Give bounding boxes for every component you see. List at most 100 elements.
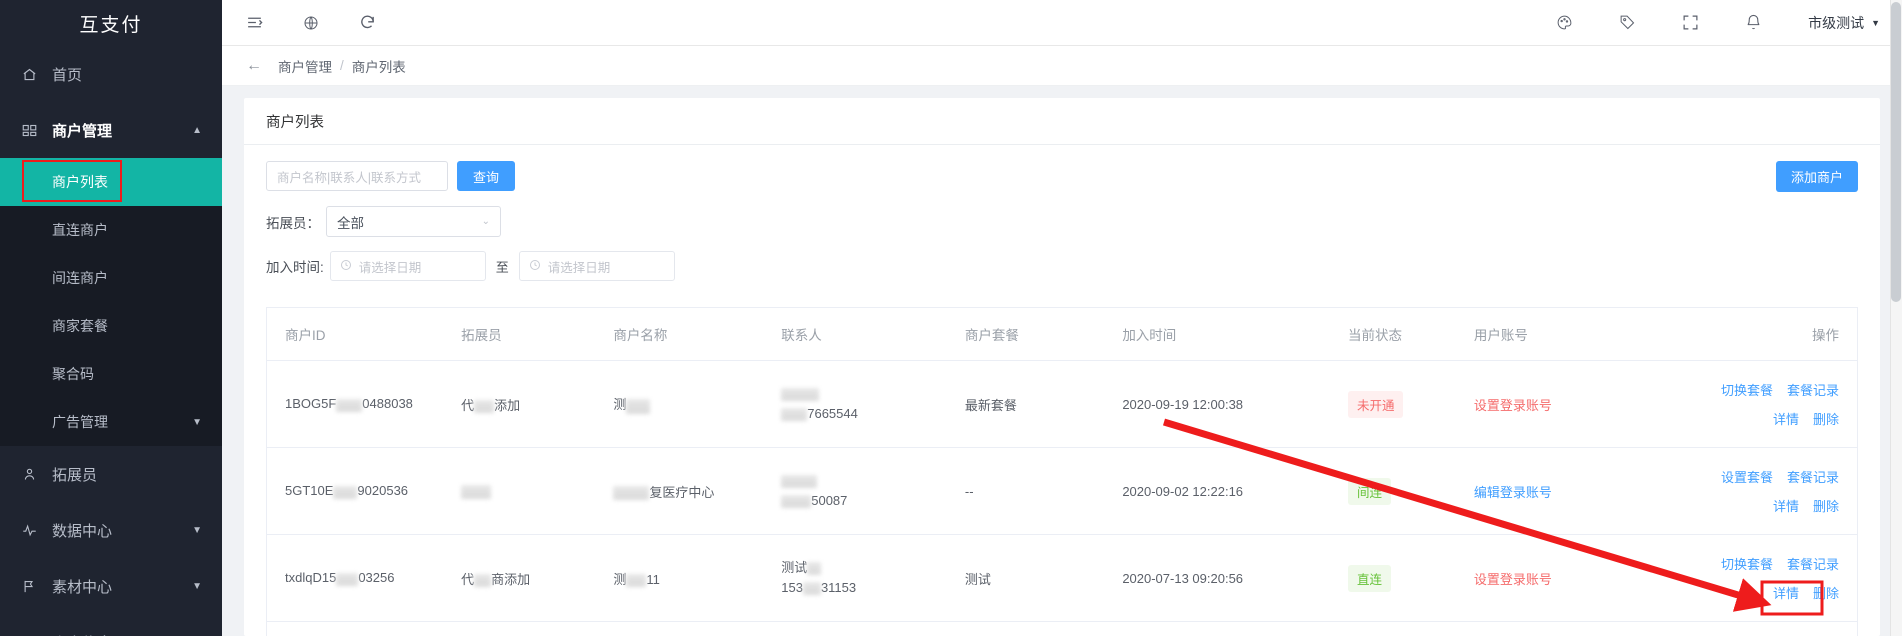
cell-account: 设置登录账号 <box>1473 360 1658 448</box>
switch-package-link[interactable]: 切换套餐 <box>1721 380 1773 399</box>
sidebar-item-agent[interactable]: 拓展员 <box>0 446 222 502</box>
redaction-block <box>613 486 650 501</box>
sidebar-item-label: 商户管理 <box>52 122 113 140</box>
redaction-block <box>626 573 647 587</box>
user-menu[interactable]: 市级测试 ▼ <box>1808 13 1880 33</box>
merchant-name-prefix: 测 <box>613 571 627 587</box>
contact-phone: 50087 <box>811 493 848 508</box>
cell-status: 直连 <box>1347 534 1474 622</box>
detail-link[interactable]: 详情 <box>1773 496 1799 515</box>
chevron-down-icon: ▼ <box>1871 17 1880 28</box>
tag-icon[interactable] <box>1619 14 1636 31</box>
filter-panel: 商户名称|联系人|联系方式 查询 拓展员： 全部 ⌄ 加入时间: 请选择日期 至… <box>244 145 1880 299</box>
table-body: 1BOG5F 0488038 代添加 测 7665544 最新套餐 2020-0… <box>267 360 1857 622</box>
cell-merchant-id: 1BOG5F 0488038 <box>267 360 462 448</box>
breadcrumb-item-merchant-management[interactable]: 商户管理 <box>278 56 332 76</box>
merchant-id-prefix: txdlqD15 <box>285 570 337 586</box>
redaction-block <box>333 485 358 499</box>
column-header-package: 商户套餐 <box>964 308 1123 361</box>
set-login-account-link[interactable]: 设置登录账号 <box>1474 398 1552 413</box>
cell-operations: 切换套餐 套餐记录 详情 删除 <box>1657 360 1857 448</box>
sidebar-item-material-center[interactable]: 素材中心 ▼ <box>0 558 222 614</box>
sidebar-item-aggregate-code[interactable]: 聚合码 <box>0 350 222 398</box>
redaction-block <box>474 573 492 587</box>
cell-merchant-id: txdlqD15 03256 <box>267 534 462 622</box>
sidebar-item-profile[interactable]: 个人信息 <box>0 614 222 636</box>
sidebar-item-label: 首页 <box>52 66 83 84</box>
package-record-link[interactable]: 套餐记录 <box>1787 380 1839 399</box>
sidebar-item-data-center[interactable]: 数据中心 ▼ <box>0 502 222 558</box>
operations-row-1: 切换套餐 套餐记录 <box>1658 380 1839 399</box>
query-button[interactable]: 查询 <box>457 161 516 191</box>
cell-agent: 代商添加 <box>461 534 614 622</box>
detail-link[interactable]: 详情 <box>1773 583 1799 602</box>
sidebar-item-ad-management[interactable]: 广告管理 ▼ <box>0 398 222 446</box>
cell-agent: 代 添加 <box>461 360 614 448</box>
globe-icon[interactable] <box>303 15 319 31</box>
chart-icon <box>22 523 44 538</box>
agent-suffix: 添加 <box>494 397 521 413</box>
add-merchant-button[interactable]: 添加商户 <box>1775 161 1858 192</box>
sidebar-item-merchant-management[interactable]: 商户管理 ▲ <box>0 102 222 158</box>
agent-select[interactable]: 全部 ⌄ <box>326 206 501 237</box>
contact-phone-suffix: 31153 <box>820 580 857 595</box>
page-scrollbar[interactable] <box>1890 0 1902 636</box>
content-area: 商户列表 商户名称|联系人|联系方式 查询 拓展员： 全部 ⌄ 加入时间: 请选… <box>222 86 1902 636</box>
date-end-input[interactable]: 请选择日期 <box>518 251 675 281</box>
delete-link[interactable]: 删除 <box>1813 409 1839 428</box>
column-header-join-time: 加入时间 <box>1122 308 1348 361</box>
breadcrumb: 商户管理 / 商户列表 <box>278 56 406 76</box>
status-badge: 直连 <box>1347 564 1391 592</box>
shop-icon <box>22 123 44 138</box>
breadcrumb-item-merchant-list[interactable]: 商户列表 <box>352 56 406 76</box>
sidebar-item-home[interactable]: 首页 <box>0 46 222 102</box>
redaction-block <box>336 572 359 586</box>
agent-suffix: 商添加 <box>491 571 531 587</box>
column-header-operations: 操作 <box>1657 308 1857 361</box>
cell-account: 编辑登录账号 <box>1473 447 1658 535</box>
package-record-link[interactable]: 套餐记录 <box>1787 554 1839 573</box>
delete-link[interactable]: 删除 <box>1813 496 1839 515</box>
sidebar-item-label: 个人信息 <box>52 632 112 636</box>
main-area: 市级测试 ▼ ← 商户管理 / 商户列表 商户列表 商户名称|联系人|联系方式 … <box>222 0 1902 636</box>
contact-name: 测试 <box>781 560 808 575</box>
scrollbar-thumb[interactable] <box>1891 2 1901 302</box>
set-package-link[interactable]: 设置套餐 <box>1721 467 1773 486</box>
detail-link[interactable]: 详情 <box>1773 409 1799 428</box>
cell-join-time: 2020-09-02 12:22:16 <box>1122 447 1348 535</box>
top-bar: 市级测试 ▼ <box>222 0 1902 46</box>
palette-icon[interactable] <box>1556 14 1573 31</box>
date-start-input[interactable]: 请选择日期 <box>329 251 486 281</box>
edit-login-account-link[interactable]: 编辑登录账号 <box>1474 485 1552 500</box>
refresh-icon[interactable] <box>359 14 376 31</box>
sidebar-subitem-label: 聚合码 <box>52 366 94 382</box>
set-login-account-link[interactable]: 设置登录账号 <box>1474 572 1552 587</box>
brand-title: 互支付 <box>0 0 222 46</box>
cell-account: 设置登录账号 <box>1473 534 1658 622</box>
bell-icon[interactable] <box>1745 14 1762 31</box>
redaction-block <box>336 398 363 412</box>
menu-fold-icon[interactable] <box>246 14 263 31</box>
operations-row-2: 详情 删除 <box>1658 583 1839 602</box>
redaction-block <box>626 398 651 414</box>
cell-merchant-name: 复医疗中心 <box>613 447 782 535</box>
redaction-block <box>781 495 812 509</box>
sidebar-item-direct-merchant[interactable]: 直连商户 <box>0 206 222 254</box>
status-badge: 间连 <box>1347 477 1391 505</box>
back-arrow-icon[interactable]: ← <box>246 57 262 74</box>
sidebar-submenu-merchant: 商户列表 直连商户 间连商户 商家套餐 聚合码 广告管理 ▼ <box>0 158 222 446</box>
sidebar-subitem-label: 商户列表 <box>52 174 108 190</box>
sidebar-item-merchant-package[interactable]: 商家套餐 <box>0 302 222 350</box>
app-root: 互支付 首页 商户管理 ▲ 商户列表 直连商户 间连商户 商家套餐 聚合码 广告… <box>0 0 1902 636</box>
fullscreen-icon[interactable] <box>1682 14 1699 31</box>
cell-operations: 设置套餐 套餐记录 详情 删除 <box>1657 447 1857 535</box>
cell-package: -- <box>964 447 1123 535</box>
cell-merchant-name: 测 11 <box>613 534 782 622</box>
search-input[interactable]: 商户名称|联系人|联系方式 <box>266 161 448 191</box>
sidebar-item-merchant-list[interactable]: 商户列表 <box>0 158 222 206</box>
package-record-link[interactable]: 套餐记录 <box>1787 467 1839 486</box>
delete-link[interactable]: 删除 <box>1813 583 1839 602</box>
status-badge: 未开通 <box>1347 390 1404 418</box>
switch-package-link[interactable]: 切换套餐 <box>1721 554 1773 573</box>
sidebar-item-indirect-merchant[interactable]: 间连商户 <box>0 254 222 302</box>
